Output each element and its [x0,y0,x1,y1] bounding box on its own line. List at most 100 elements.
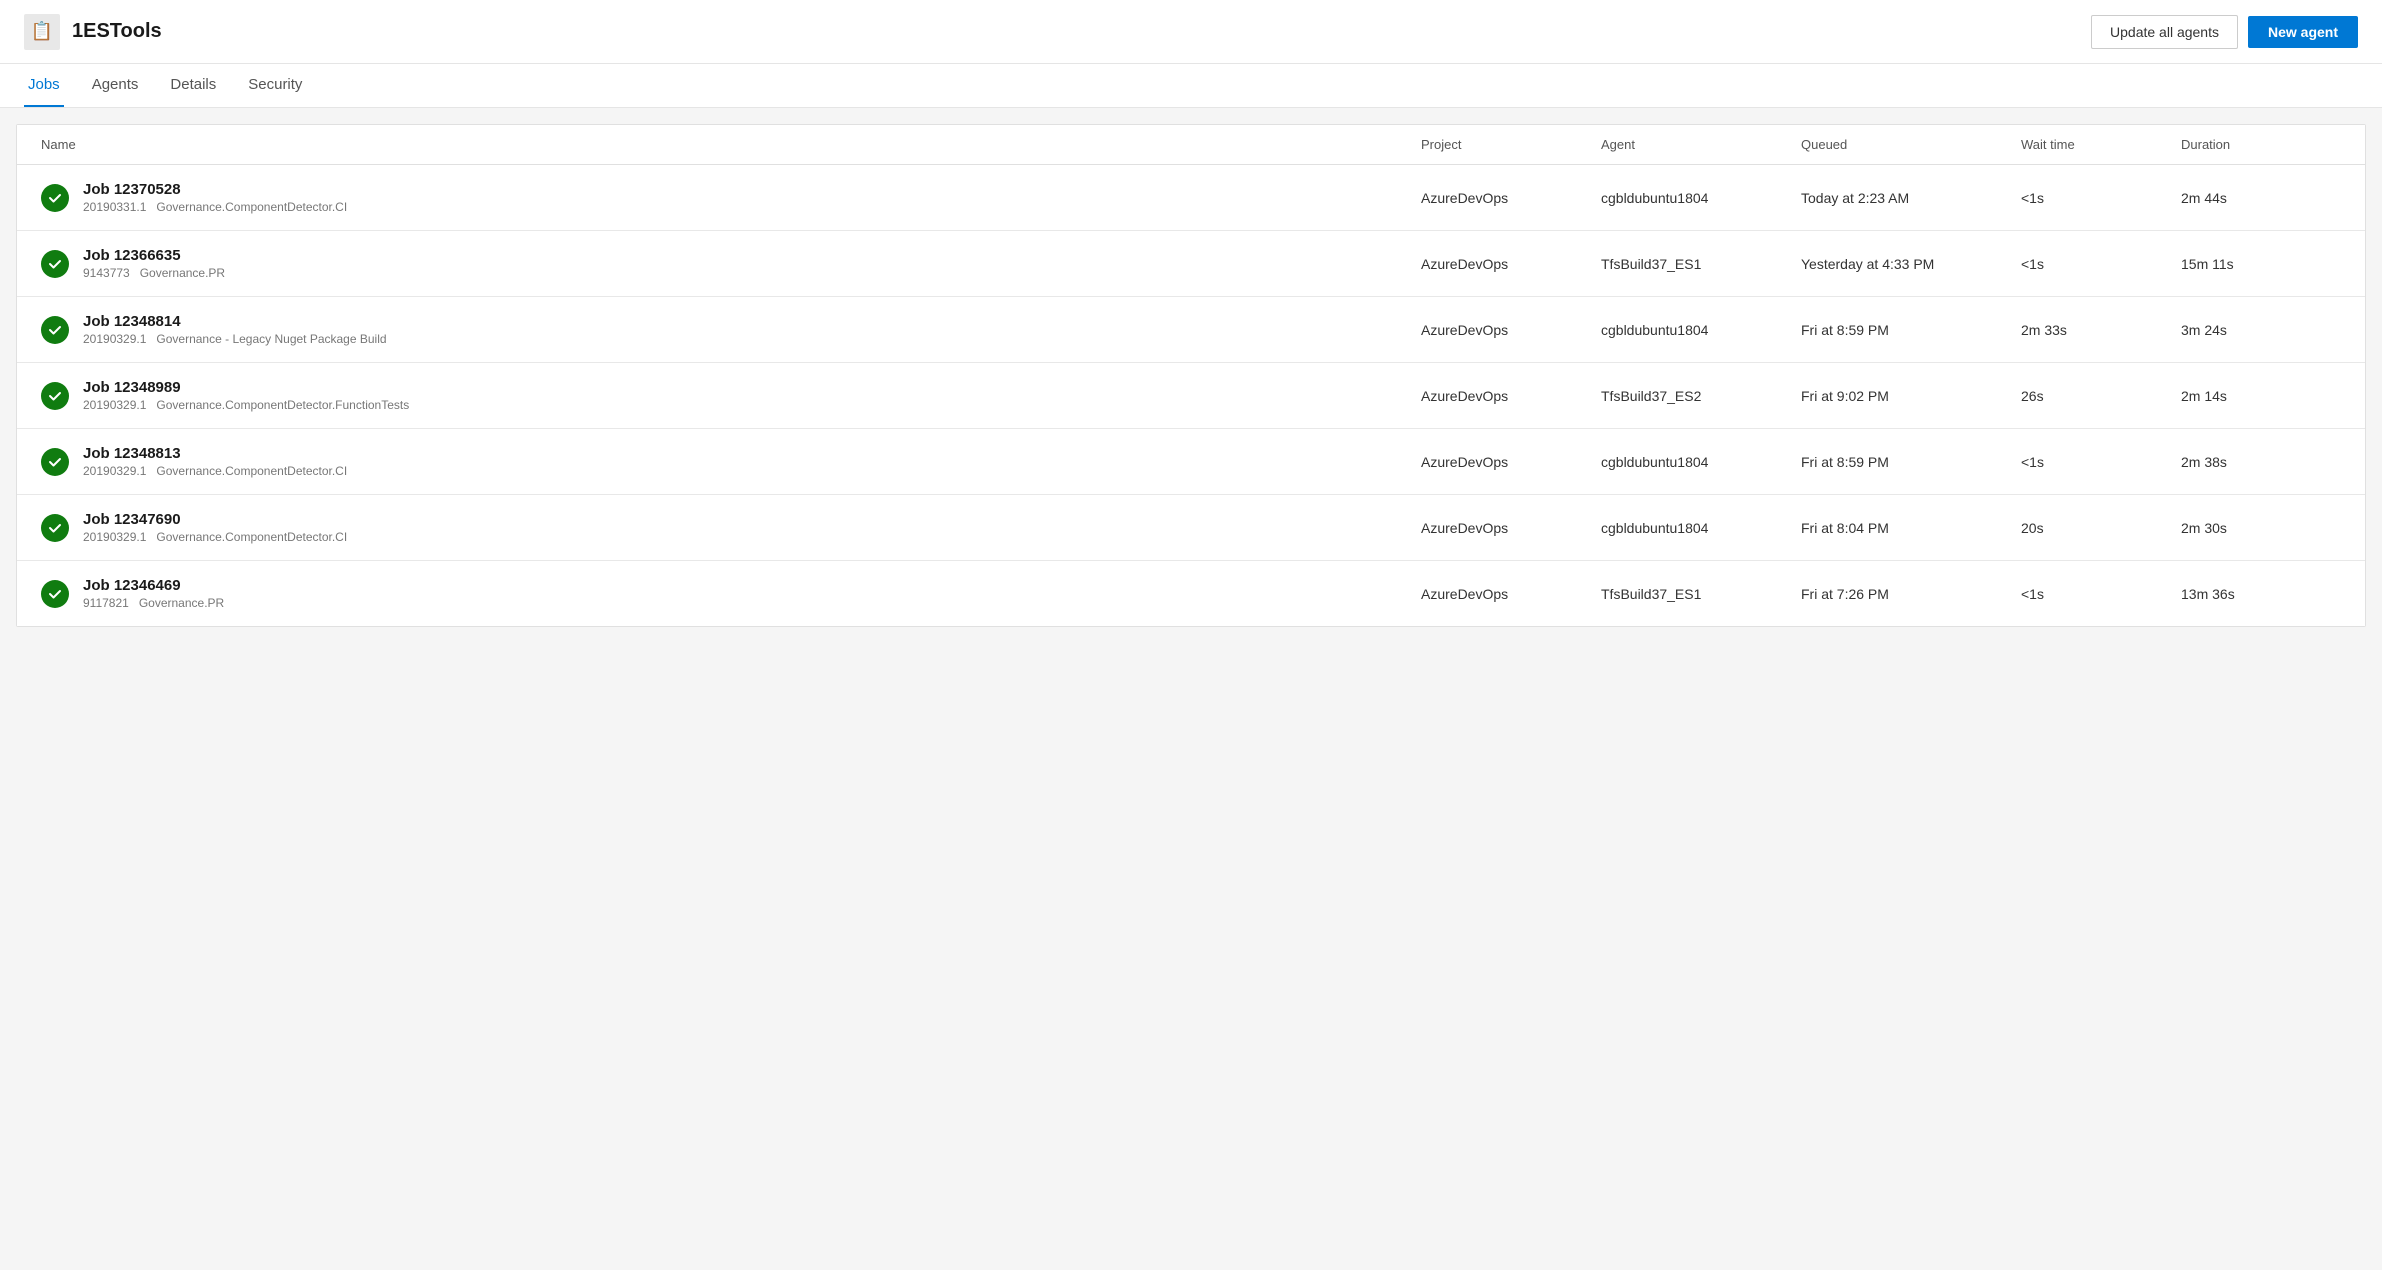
table-row[interactable]: Job 12366635 9143773 Governance.PR Azure… [17,231,2365,297]
job-wait-time: 26s [2021,388,2181,404]
job-project: AzureDevOps [1421,256,1601,272]
job-sub: 20190329.1 Governance - Legacy Nuget Pac… [83,332,387,346]
job-queued: Fri at 8:04 PM [1801,520,2021,536]
job-duration: 15m 11s [2181,256,2341,272]
col-header-duration: Duration [2181,137,2341,152]
status-success-icon [41,448,69,476]
job-sub: 20190329.1 Governance.ComponentDetector.… [83,464,347,478]
job-info: Job 12346469 9117821 Governance.PR [83,577,224,610]
job-pipeline: Governance.ComponentDetector.FunctionTes… [156,398,409,412]
job-info: Job 12370528 20190331.1 Governance.Compo… [83,181,347,214]
job-project: AzureDevOps [1421,388,1601,404]
job-sub: 20190329.1 Governance.ComponentDetector.… [83,530,347,544]
job-pipeline: Governance.PR [139,596,224,610]
job-info: Job 12348814 20190329.1 Governance - Leg… [83,313,387,346]
job-pipeline: Governance - Legacy Nuget Package Build [156,332,386,346]
job-duration: 13m 36s [2181,586,2341,602]
tab-security[interactable]: Security [244,64,306,107]
job-id: 20190329.1 [83,332,146,346]
col-header-wait-time: Wait time [2021,137,2181,152]
job-project: AzureDevOps [1421,322,1601,338]
job-pipeline: Governance.PR [140,266,225,280]
status-success-icon [41,580,69,608]
job-info: Job 12348813 20190329.1 Governance.Compo… [83,445,347,478]
job-name: Job 12370528 [83,181,347,198]
job-id: 20190329.1 [83,464,146,478]
job-sub: 9143773 Governance.PR [83,266,225,280]
job-duration: 3m 24s [2181,322,2341,338]
job-cell: Job 12346469 9117821 Governance.PR [41,577,1421,610]
job-info: Job 12347690 20190329.1 Governance.Compo… [83,511,347,544]
status-success-icon [41,316,69,344]
job-id: 20190331.1 [83,200,146,214]
job-agent: TfsBuild37_ES1 [1601,586,1801,602]
table-row[interactable]: Job 12347690 20190329.1 Governance.Compo… [17,495,2365,561]
job-name: Job 12366635 [83,247,225,264]
tab-details[interactable]: Details [166,64,220,107]
app-icon: 📋 [24,14,60,50]
job-sub: 9117821 Governance.PR [83,596,224,610]
table-row[interactable]: Job 12348989 20190329.1 Governance.Compo… [17,363,2365,429]
col-header-agent: Agent [1601,137,1801,152]
job-id: 20190329.1 [83,398,146,412]
new-agent-button[interactable]: New agent [2248,16,2358,48]
job-name: Job 12346469 [83,577,224,594]
job-info: Job 12366635 9143773 Governance.PR [83,247,225,280]
job-cell: Job 12348989 20190329.1 Governance.Compo… [41,379,1421,412]
job-project: AzureDevOps [1421,454,1601,470]
tab-jobs[interactable]: Jobs [24,64,64,107]
job-id: 9117821 [83,596,129,610]
col-header-queued: Queued [1801,137,2021,152]
job-wait-time: <1s [2021,454,2181,470]
job-wait-time: <1s [2021,190,2181,206]
table-row[interactable]: Job 12348813 20190329.1 Governance.Compo… [17,429,2365,495]
job-project: AzureDevOps [1421,586,1601,602]
job-wait-time: <1s [2021,586,2181,602]
jobs-table: Name Project Agent Queued Wait time Dura… [16,124,2366,627]
table-row[interactable]: Job 12348814 20190329.1 Governance - Leg… [17,297,2365,363]
job-cell: Job 12348813 20190329.1 Governance.Compo… [41,445,1421,478]
job-agent: TfsBuild37_ES2 [1601,388,1801,404]
job-sub: 20190331.1 Governance.ComponentDetector.… [83,200,347,214]
job-wait-time: <1s [2021,256,2181,272]
job-queued: Yesterday at 4:33 PM [1801,256,2021,272]
job-id: 20190329.1 [83,530,146,544]
status-success-icon [41,184,69,212]
header-actions: Update all agents New agent [2091,15,2358,49]
col-header-project: Project [1421,137,1601,152]
job-queued: Fri at 8:59 PM [1801,322,2021,338]
job-name: Job 12348813 [83,445,347,462]
job-name: Job 12348814 [83,313,387,330]
status-success-icon [41,514,69,542]
job-queued: Fri at 9:02 PM [1801,388,2021,404]
table-row[interactable]: Job 12370528 20190331.1 Governance.Compo… [17,165,2365,231]
job-name: Job 12348989 [83,379,409,396]
tab-bar: Jobs Agents Details Security [0,64,2382,108]
job-agent: cgbldubuntu1804 [1601,322,1801,338]
job-project: AzureDevOps [1421,520,1601,536]
job-agent: TfsBuild37_ES1 [1601,256,1801,272]
job-duration: 2m 30s [2181,520,2341,536]
job-agent: cgbldubuntu1804 [1601,190,1801,206]
job-sub: 20190329.1 Governance.ComponentDetector.… [83,398,409,412]
app-title: 1ESTools [72,20,162,43]
job-duration: 2m 14s [2181,388,2341,404]
tab-agents[interactable]: Agents [88,64,143,107]
job-agent: cgbldubuntu1804 [1601,454,1801,470]
table-body: Job 12370528 20190331.1 Governance.Compo… [17,165,2365,626]
update-all-agents-button[interactable]: Update all agents [2091,15,2238,49]
job-queued: Today at 2:23 AM [1801,190,2021,206]
job-project: AzureDevOps [1421,190,1601,206]
job-cell: Job 12348814 20190329.1 Governance - Leg… [41,313,1421,346]
job-duration: 2m 38s [2181,454,2341,470]
job-id: 9143773 [83,266,130,280]
status-success-icon [41,250,69,278]
job-agent: cgbldubuntu1804 [1601,520,1801,536]
job-duration: 2m 44s [2181,190,2341,206]
table-row[interactable]: Job 12346469 9117821 Governance.PR Azure… [17,561,2365,626]
app-header: 📋 1ESTools Update all agents New agent [0,0,2382,64]
job-wait-time: 2m 33s [2021,322,2181,338]
job-cell: Job 12366635 9143773 Governance.PR [41,247,1421,280]
job-name: Job 12347690 [83,511,347,528]
col-header-name: Name [41,137,1421,152]
